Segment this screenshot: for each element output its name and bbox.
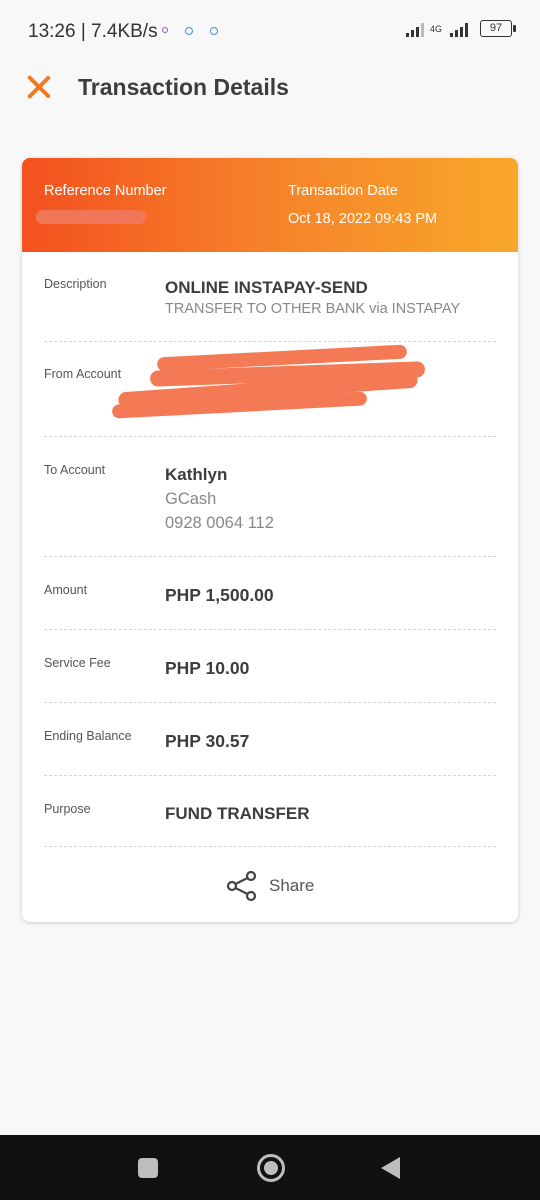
notification-icons [162,27,218,35]
status-indicators: 4G 97 [405,20,516,37]
notification-icon [185,27,193,35]
app-header: Transaction Details [0,64,540,112]
description-label: Description [44,277,107,291]
share-icon [226,870,257,902]
divider [44,846,496,847]
card-header: Reference Number Transaction Date Oct 18… [22,158,518,252]
network-type: 4G [429,23,442,34]
system-nav-bar [0,1135,540,1200]
transaction-date-value: Oct 18, 2022 09:43 PM [288,211,438,227]
notification-icon [162,27,168,33]
description-value: ONLINE INSTAPAY-SEND [165,278,368,297]
home-circle-icon[interactable] [257,1154,285,1182]
service-fee-label: Service Fee [44,656,111,670]
to-account-name: Kathlyn [165,465,228,484]
to-account-number: 0928 0064 112 [165,514,274,532]
share-label: Share [269,876,315,895]
signal-icon [405,21,424,37]
notification-icon [210,27,218,35]
purpose-label: Purpose [44,802,91,816]
divider [44,341,496,342]
battery-icon: 97 [480,20,516,37]
divider [44,702,496,703]
to-account-wallet: GCash [165,490,217,508]
divider [44,629,496,630]
share-button[interactable]: Share [226,870,314,902]
ending-balance-label: Ending Balance [44,729,132,743]
transaction-date-label: Transaction Date [288,183,398,199]
divider [44,436,496,437]
recents-square-icon[interactable] [138,1158,158,1178]
reference-number-redacted [36,210,146,224]
reference-number-label: Reference Number [44,183,167,199]
transaction-card: Reference Number Transaction Date Oct 18… [22,158,518,922]
back-triangle-icon[interactable] [381,1157,400,1179]
status-time: 13:26 | 7.4KB/s [28,21,158,42]
divider [44,775,496,776]
amount-label: Amount [44,583,88,597]
status-bar: 13:26 | 7.4KB/s 4G 97 [0,0,540,64]
to-account-label: To Account [44,463,106,477]
divider [44,556,496,557]
signal-icon [450,21,468,37]
from-account-label: From Account [44,367,122,381]
ending-balance-value: PHP 30.57 [165,731,250,751]
close-icon[interactable] [26,74,52,100]
amount-value: PHP 1,500.00 [165,585,274,605]
page-title: Transaction Details [78,74,289,100]
purpose-value: FUND TRANSFER [165,804,310,823]
description-sub: TRANSFER TO OTHER BANK via INSTAPAY [165,301,461,317]
service-fee-value: PHP 10.00 [165,658,250,678]
